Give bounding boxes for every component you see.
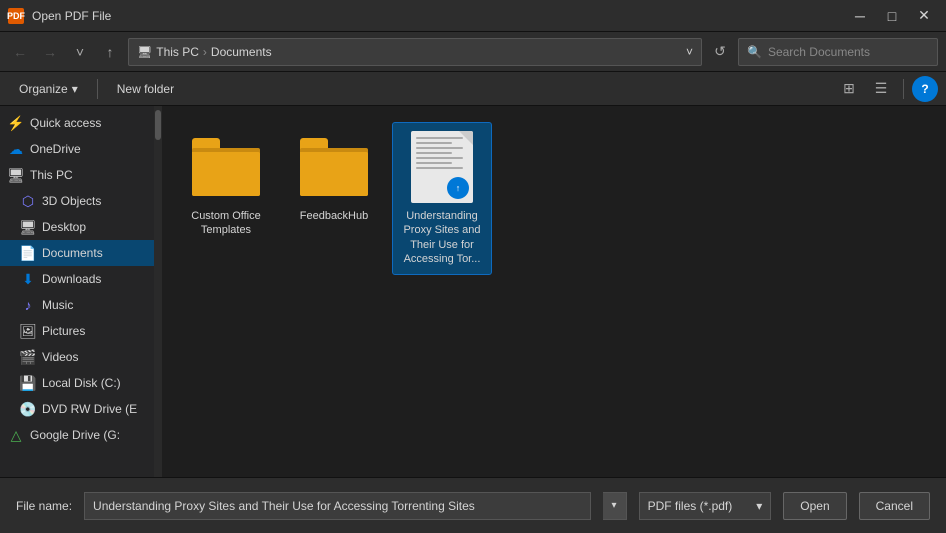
window-title: Open PDF File (32, 9, 846, 23)
sidebar-label-documents: Documents (42, 246, 103, 260)
sidebar-label-desktop: Desktop (42, 220, 86, 234)
path-separator-1: › (203, 45, 207, 59)
sidebar-label-quick-access: Quick access (30, 116, 101, 130)
sidebar-item-3d-objects[interactable]: ⬡ 3D Objects (0, 188, 159, 214)
path-root: This PC (156, 45, 199, 59)
recent-button[interactable]: ˅ (68, 40, 92, 64)
folder-icon-custom-office (190, 131, 262, 203)
file-label-feedbackhub: FeedbackHub (300, 209, 369, 223)
file-item-feedbackhub[interactable]: FeedbackHub (284, 122, 384, 275)
sidebar-item-downloads[interactable]: ⬇ Downloads (0, 266, 159, 292)
dvd-icon: 💿 (20, 401, 36, 417)
sidebar-label-music: Music (42, 298, 73, 312)
path-current: Documents (211, 45, 272, 59)
filetype-chevron-icon: ▾ (756, 499, 762, 513)
new-folder-label: New folder (117, 82, 174, 96)
maximize-button[interactable]: □ (878, 6, 906, 26)
sidebar-item-pictures[interactable]: 🖼 Pictures (0, 318, 159, 344)
app-icon: PDF (8, 8, 24, 24)
address-path[interactable]: 🖥 This PC › Documents ˅ (128, 38, 702, 66)
desktop-icon: 🖥 (20, 219, 36, 235)
file-item-custom-office-templates[interactable]: Custom Office Templates (176, 122, 276, 275)
quick-access-icon: ⚡ (8, 115, 24, 131)
sidebar-label-downloads: Downloads (42, 272, 101, 286)
refresh-button[interactable]: ↺ (708, 40, 732, 64)
close-button[interactable]: ✕ (910, 6, 938, 26)
sidebar-item-local-disk[interactable]: 💾 Local Disk (C:) (0, 370, 159, 396)
sidebar: ⚡ Quick access ☁ OneDrive 🖥 This PC ⬡ 3D… (0, 106, 160, 477)
downloads-icon: ⬇ (20, 271, 36, 287)
filetype-select[interactable]: PDF files (*.pdf) ▾ (639, 492, 772, 520)
search-icon: 🔍 (747, 45, 762, 59)
organize-label: Organize (19, 82, 68, 96)
window-controls: ─ □ ✕ (846, 6, 938, 26)
sidebar-item-google-drive[interactable]: △ Google Drive (G: (0, 422, 159, 448)
sidebar-scrollbar[interactable] (154, 106, 160, 477)
up-button[interactable]: ↑ (98, 40, 122, 64)
sidebar-label-onedrive: OneDrive (30, 142, 81, 156)
pdf-badge: ↑ (447, 177, 469, 199)
file-label-custom-office: Custom Office Templates (181, 209, 271, 238)
minimize-button[interactable]: ─ (846, 6, 874, 26)
search-placeholder: Search Documents (768, 45, 870, 59)
3d-objects-icon: ⬡ (20, 193, 36, 209)
title-bar: PDF Open PDF File ─ □ ✕ (0, 0, 946, 32)
filename-input[interactable] (84, 492, 591, 520)
view-dropdown-button[interactable]: ☰ (867, 76, 895, 102)
path-computer-icon: 🖥 (137, 45, 152, 59)
bottom-bar: File name: ▾ PDF files (*.pdf) ▾ Open Ca… (0, 477, 946, 533)
sidebar-item-videos[interactable]: 🎬 Videos (0, 344, 159, 370)
google-drive-icon: △ (8, 427, 24, 443)
file-item-pdf[interactable]: ↑ Understanding Proxy Sites and Their Us… (392, 122, 492, 275)
main-area: ⚡ Quick access ☁ OneDrive 🖥 This PC ⬡ 3D… (0, 106, 946, 477)
sidebar-label-pictures: Pictures (42, 324, 85, 338)
cancel-button[interactable]: Cancel (859, 492, 930, 520)
help-button[interactable]: ? (912, 76, 938, 102)
sidebar-item-this-pc[interactable]: 🖥 This PC (0, 162, 159, 188)
sidebar-label-this-pc: This PC (30, 168, 73, 182)
sidebar-label-local-disk: Local Disk (C:) (42, 376, 121, 390)
onedrive-icon: ☁ (8, 141, 24, 157)
search-box[interactable]: 🔍 Search Documents (738, 38, 938, 66)
address-bar: ← → ˅ ↑ 🖥 This PC › Documents ˅ ↺ 🔍 Sear… (0, 32, 946, 72)
sidebar-item-dvd[interactable]: 💿 DVD RW Drive (E (0, 396, 159, 422)
open-button[interactable]: Open (783, 492, 846, 520)
this-pc-icon: 🖥 (8, 167, 24, 183)
sidebar-label-3d-objects: 3D Objects (42, 194, 101, 208)
organize-button[interactable]: Organize ▾ (8, 76, 89, 102)
music-icon: ♪ (20, 297, 36, 313)
pdf-icon: ↑ (406, 131, 478, 203)
sidebar-item-desktop[interactable]: 🖥 Desktop (0, 214, 159, 240)
toolbar-right: ⊞ ☰ ? (835, 76, 938, 102)
sidebar-label-videos: Videos (42, 350, 78, 364)
file-label-pdf: Understanding Proxy Sites and Their Use … (397, 209, 487, 266)
sidebar-label-dvd: DVD RW Drive (E (42, 402, 137, 416)
filename-label: File name: (16, 499, 72, 513)
forward-button[interactable]: → (38, 40, 62, 64)
organize-chevron-icon: ▾ (72, 82, 78, 96)
new-folder-button[interactable]: New folder (106, 76, 185, 102)
filetype-value: PDF files (*.pdf) (648, 499, 733, 513)
sidebar-item-quick-access[interactable]: ⚡ Quick access (0, 110, 159, 136)
file-area: Custom Office Templates FeedbackHub (160, 106, 946, 477)
toolbar-separator-2 (903, 79, 904, 99)
sidebar-item-onedrive[interactable]: ☁ OneDrive (0, 136, 159, 162)
toolbar-separator (97, 79, 98, 99)
view-icon-button[interactable]: ⊞ (835, 76, 863, 102)
sidebar-item-music[interactable]: ♪ Music (0, 292, 159, 318)
pictures-icon: 🖼 (20, 323, 36, 339)
videos-icon: 🎬 (20, 349, 36, 365)
sidebar-item-documents[interactable]: 📄 Documents (0, 240, 159, 266)
folder-icon-feedbackhub (298, 131, 370, 203)
path-expand-icon[interactable]: ˅ (686, 45, 693, 59)
toolbar: Organize ▾ New folder ⊞ ☰ ? (0, 72, 946, 106)
sidebar-label-google-drive: Google Drive (G: (30, 428, 120, 442)
local-disk-icon: 💾 (20, 375, 36, 391)
filename-dropdown-button[interactable]: ▾ (603, 492, 627, 520)
sidebar-scroll-thumb (155, 110, 160, 140)
back-button[interactable]: ← (8, 40, 32, 64)
documents-icon: 📄 (20, 245, 36, 261)
